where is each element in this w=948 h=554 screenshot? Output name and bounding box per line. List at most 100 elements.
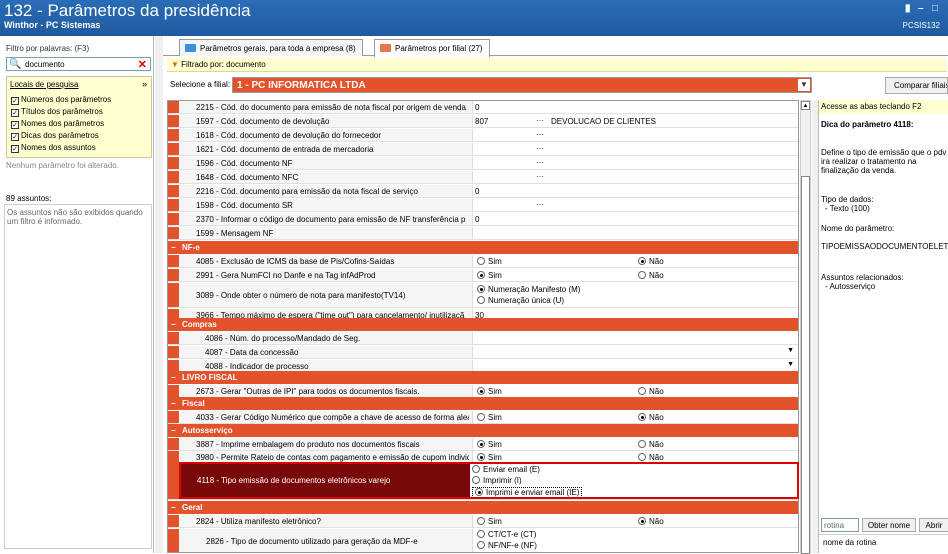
- table-row[interactable]: 4087 - Data da concessão ▼: [168, 346, 798, 359]
- checkbox-assuntos[interactable]: ✓ Nomes dos assuntos: [11, 143, 96, 153]
- highlight-box: [179, 462, 799, 499]
- title-bar: 132 - Parâmetros da presidência Winthor …: [0, 0, 948, 36]
- table-row[interactable]: 2824 - Utiliza manifesto eletrônico? Sim…: [168, 515, 798, 528]
- locations-header[interactable]: Locais de pesquisa: [10, 80, 79, 89]
- radio-manifesto[interactable]: Numeração Manifesto (M): [477, 285, 580, 294]
- collapse-icon[interactable]: »: [142, 79, 147, 89]
- radio-nao[interactable]: Não: [638, 440, 664, 449]
- lookup-button[interactable]: ···: [536, 200, 544, 209]
- radio-ct[interactable]: CT/CT-e (CT): [477, 530, 536, 539]
- table-row[interactable]: 2215 - Cód. do documento para emissão de…: [168, 101, 798, 114]
- filter-icon: ▼: [171, 60, 179, 69]
- chevron-down-icon[interactable]: ▼: [787, 347, 794, 354]
- checkbox-titulos[interactable]: ✓ Títulos dos parâmetros: [11, 107, 103, 117]
- table-row[interactable]: 3887 - Imprime embalagem do produto nos …: [168, 438, 798, 451]
- lookup-button[interactable]: ···: [536, 116, 544, 125]
- radio-nao[interactable]: Não: [638, 517, 664, 526]
- help-pane: Acesse as abas teclando F2 Dica do parâm…: [818, 100, 948, 553]
- table-row[interactable]: 2370 - Informar o código de documento pa…: [168, 213, 798, 226]
- radio-nao[interactable]: Não: [638, 453, 664, 462]
- folder-icon: [380, 44, 391, 52]
- table-row[interactable]: 4033 - Gerar Código Numérico que compõe …: [168, 411, 798, 424]
- section-compras[interactable]: − Compras: [168, 318, 798, 331]
- table-row[interactable]: 4086 - Núm. do processo/Mandado de Seg.: [168, 332, 798, 345]
- radio-sim[interactable]: Sim: [477, 453, 502, 462]
- help-hint: Acesse as abas teclando F2: [819, 100, 948, 114]
- minimize-icon[interactable]: –: [918, 3, 924, 14]
- checkbox-nomes[interactable]: ✓ Nomes dos parâmetros: [11, 119, 104, 129]
- collapse-icon[interactable]: −: [171, 243, 176, 252]
- radio-sim[interactable]: Sim: [477, 517, 502, 526]
- table-row[interactable]: 4085 - Exclusão de ICMS da base de Pis/C…: [168, 255, 798, 268]
- window-title: 132 - Parâmetros da presidência: [4, 1, 251, 20]
- filter-banner: ▼ Filtrado por: documento: [167, 58, 947, 72]
- table-row[interactable]: 1648 - Cód. documento NFC ···: [168, 171, 798, 184]
- table-row[interactable]: 1599 - Mensagem NF: [168, 227, 798, 240]
- filter-label: Filtro por palavras: (F3): [6, 44, 90, 53]
- tab-branch-params[interactable]: Parâmetros por filial (27): [374, 39, 490, 57]
- search-locations-panel: Locais de pesquisa » ✓ Números dos parâme…: [6, 76, 152, 158]
- radio-nao[interactable]: Não: [638, 257, 664, 266]
- search-input[interactable]: 🔍 documento ✕: [6, 57, 151, 71]
- table-row[interactable]: 1618 - Cód. documento de devolução do fo…: [168, 129, 798, 142]
- grid-scrollbar[interactable]: ▲: [800, 100, 811, 554]
- tip-title: Dica do parâmetro 4118:: [821, 120, 914, 129]
- collapse-icon[interactable]: −: [171, 503, 176, 512]
- table-row[interactable]: 2216 - Cód. documento para emissão da no…: [168, 185, 798, 198]
- chevron-down-icon[interactable]: ▼: [787, 361, 794, 368]
- radio-nao[interactable]: Não: [638, 413, 664, 422]
- radio-sim[interactable]: Sim: [477, 387, 502, 396]
- table-row[interactable]: 1596 - Cód. documento NF ···: [168, 157, 798, 170]
- table-row[interactable]: 2826 - Tipo de documento utilizado para …: [168, 529, 798, 552]
- compare-branches-button[interactable]: Comparar filiais: [885, 77, 948, 94]
- section-autosservico[interactable]: − Autosserviço: [168, 424, 798, 437]
- collapse-icon[interactable]: −: [171, 426, 176, 435]
- scroll-thumb[interactable]: [801, 176, 810, 554]
- table-row[interactable]: 1598 - Cód. documento SR ···: [168, 199, 798, 212]
- collapse-icon[interactable]: −: [171, 320, 176, 329]
- radio-sim[interactable]: Sim: [477, 257, 502, 266]
- clear-search-icon[interactable]: ✕: [138, 58, 147, 71]
- subjects-list: Os assuntos não são exibidos quando um f…: [4, 204, 152, 549]
- branch-label: Selecione a filial:: [170, 80, 231, 89]
- subjects-count: 89 assuntos:: [6, 194, 52, 203]
- radio-sim[interactable]: Sim: [477, 440, 502, 449]
- scroll-up-icon[interactable]: ▲: [801, 101, 810, 110]
- section-fiscal[interactable]: − Fiscal: [168, 397, 798, 410]
- table-row[interactable]: 2991 - Gera NumFCI no Danfe e na Tag inf…: [168, 269, 798, 282]
- radio-sim[interactable]: Sim: [477, 413, 502, 422]
- table-row[interactable]: 1621 - Cód. documento de entrada de merc…: [168, 143, 798, 156]
- section-geral[interactable]: − Geral: [168, 501, 798, 514]
- collapse-icon[interactable]: −: [171, 373, 176, 382]
- routine-code: PCSIS132: [902, 21, 940, 30]
- check-icon: ✓: [11, 97, 19, 105]
- collapse-icon[interactable]: −: [171, 399, 176, 408]
- checkbox-numeros[interactable]: ✓ Números dos parâmetros: [11, 95, 111, 105]
- section-livro-fiscal[interactable]: − LIVRO FISCAL: [168, 371, 798, 384]
- routine-input[interactable]: rotina: [821, 518, 859, 532]
- get-name-button[interactable]: Obter nome: [862, 518, 916, 532]
- open-button[interactable]: Abrir: [919, 518, 948, 532]
- check-icon: ✓: [11, 109, 19, 117]
- tab-general-params[interactable]: Parâmetros gerais, para toda a empresa (…: [179, 39, 363, 56]
- lookup-button[interactable]: ···: [536, 172, 544, 181]
- param-name-value: TIPOEMISSAODOCUMENTOELETRO: [821, 242, 948, 251]
- chevron-down-icon[interactable]: ▼: [798, 79, 810, 91]
- branch-row: Selecione a filial: 1 - PC INFORMATICA L…: [167, 77, 812, 94]
- radio-nao[interactable]: Não: [638, 387, 664, 396]
- branch-select[interactable]: 1 - PC INFORMATICA LTDA ▼: [232, 77, 812, 93]
- table-row[interactable]: 3089 - Onde obter o número de nota para …: [168, 283, 798, 308]
- checkbox-dicas[interactable]: ✓ Dicas dos parâmetros: [11, 131, 99, 141]
- lookup-button[interactable]: ···: [536, 130, 544, 139]
- radio-sim[interactable]: Sim: [477, 271, 502, 280]
- table-row[interactable]: 1597 - Cód. documento de devolução 807 ···…: [168, 115, 798, 128]
- lookup-button[interactable]: ···: [536, 158, 544, 167]
- section-nfe[interactable]: − NF-e: [168, 241, 798, 254]
- lookup-button[interactable]: ···: [536, 144, 544, 153]
- maximize-icon[interactable]: □: [932, 3, 938, 14]
- radio-nao[interactable]: Não: [638, 271, 664, 280]
- radio-unica[interactable]: Numeração única (U): [477, 296, 564, 305]
- left-splitter[interactable]: [155, 36, 163, 553]
- restore-icon[interactable]: ▮: [905, 3, 911, 14]
- radio-nf[interactable]: NF/NF-e (NF): [477, 541, 537, 550]
